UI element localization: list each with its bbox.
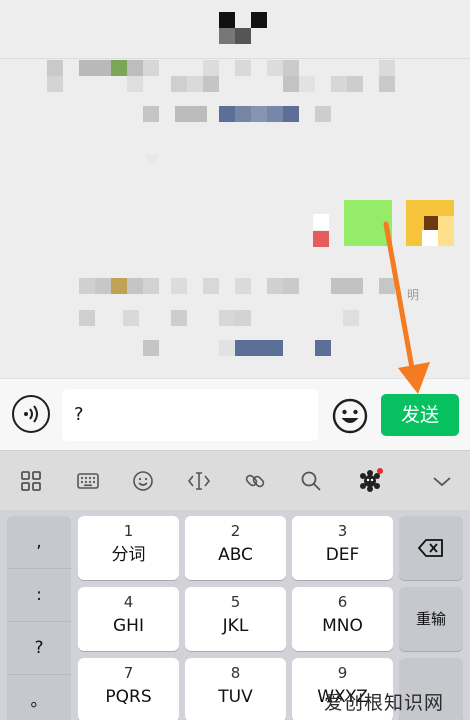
search-icon[interactable] <box>299 469 323 493</box>
skin-avatar-icon[interactable] <box>357 467 383 493</box>
side-label: 明 <box>407 288 420 302</box>
keyboard-layout-icon[interactable] <box>76 469 100 493</box>
reenter-button[interactable]: 重输 <box>399 587 463 651</box>
backspace-icon <box>417 539 443 557</box>
key-4[interactable]: 4 GHI <box>78 587 179 651</box>
emoji-icon[interactable] <box>332 398 368 434</box>
link-icon[interactable] <box>243 469 267 493</box>
apps-grid-icon[interactable] <box>19 469 43 493</box>
key-6[interactable]: 6 MNO <box>292 587 393 651</box>
backspace-button[interactable] <box>399 516 463 580</box>
outgoing-message-bubble[interactable] <box>344 200 392 246</box>
keyboard-toolbar <box>0 450 470 510</box>
symbol-key-colon[interactable]: : <box>7 569 71 622</box>
header-divider <box>0 58 470 59</box>
chat-area: 明 <box>0 0 470 378</box>
emoji-panel-icon[interactable] <box>131 469 155 493</box>
symbol-key-question[interactable]: ? <box>7 622 71 675</box>
symbol-column[interactable]: , : ? 。 <box>7 516 71 720</box>
message-input-bar: ? 发送 <box>0 378 470 450</box>
cursor-edit-icon[interactable] <box>187 469 211 493</box>
key-7[interactable]: 7 PQRS <box>78 658 179 720</box>
voice-input-button[interactable] <box>12 395 50 433</box>
user-avatar[interactable] <box>406 200 454 246</box>
symbol-key-period[interactable]: 。 <box>7 675 71 720</box>
symbol-key-comma[interactable]: , <box>7 516 71 569</box>
key-8[interactable]: 8 TUV <box>185 658 286 720</box>
send-button[interactable]: 发送 <box>381 394 459 436</box>
key-3[interactable]: 3 DEF <box>292 516 393 580</box>
message-text-field[interactable]: ? <box>62 389 318 441</box>
message-status-mark <box>313 231 329 247</box>
watermark: 爱创根知识网 <box>324 692 445 714</box>
key-2[interactable]: 2 ABC <box>185 516 286 580</box>
collapse-keyboard-icon[interactable] <box>430 469 454 493</box>
key-1[interactable]: 1 分词 <box>78 516 179 580</box>
voice-icon <box>24 405 38 423</box>
key-5[interactable]: 5 JKL <box>185 587 286 651</box>
message-read-mark <box>313 214 329 230</box>
